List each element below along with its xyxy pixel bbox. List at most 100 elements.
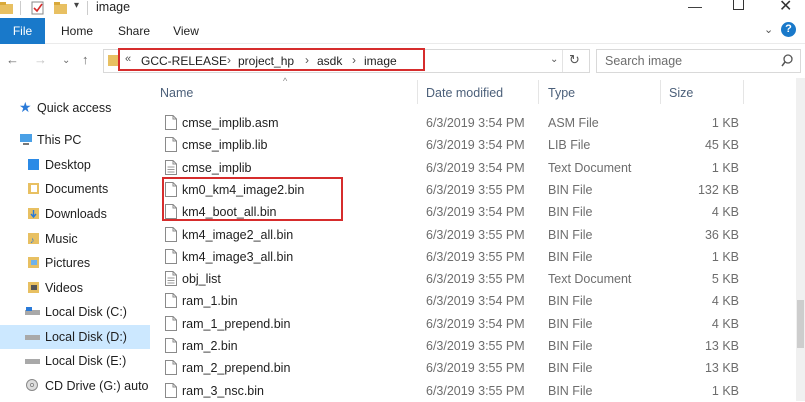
- folder-icon: [0, 1, 14, 18]
- sidebar-item-local-disk-c[interactable]: Local Disk (C:): [0, 300, 150, 324]
- file-name: ram_2_prepend.bin: [182, 361, 291, 376]
- file-size: 1 KB: [711, 383, 739, 398]
- file-row[interactable]: km4_image2_all.bin 6/3/2019 3:55 PM BIN Fi…: [151, 224, 796, 246]
- file-row[interactable]: km4_image3_all.bin 6/3/2019 3:55 PM BIN Fi…: [151, 246, 796, 268]
- file-row[interactable]: cmse_implib.lib 6/3/2019 3:54 PM LIB File 4…: [151, 134, 796, 156]
- file-size: 45 KB: [704, 138, 739, 153]
- file-name: ram_1_prepend.bin: [182, 316, 291, 331]
- file-icon: [165, 338, 177, 353]
- pictures-folder-icon: [28, 256, 42, 269]
- new-folder-icon[interactable]: [54, 1, 68, 18]
- address-dropdown-icon[interactable]: ⌄: [550, 54, 558, 65]
- file-size: 36 KB: [704, 227, 739, 242]
- file-size: 132 KB: [697, 182, 739, 197]
- file-row[interactable]: ram_2.bin 6/3/2019 3:55 PM BIN File 13 KB: [151, 335, 796, 357]
- sidebar-item-cd-drive-g[interactable]: CD Drive (G:) auto: [0, 374, 150, 398]
- file-icon: [165, 226, 177, 242]
- title-bar: ▾ image — ✕: [0, 0, 805, 18]
- search-input[interactable]: Search image: [605, 54, 682, 68]
- tab-view[interactable]: View: [165, 18, 207, 44]
- sidebar-item-local-disk-d[interactable]: Local Disk (D:): [0, 325, 150, 349]
- tab-home[interactable]: Home: [52, 18, 102, 44]
- scrollbar-thumb[interactable]: [797, 300, 804, 348]
- file-row[interactable]: ram_3_nsc.bin 6/3/2019 3:55 PM BIN File 1 K…: [151, 380, 796, 402]
- text-file-icon: [165, 271, 177, 287]
- window-title: image: [96, 0, 131, 14]
- file-name: ram_3_nsc.bin: [182, 383, 264, 398]
- refresh-icon[interactable]: ↻: [569, 52, 580, 68]
- column-name[interactable]: Name: [160, 86, 193, 100]
- file-date: 6/3/2019 3:55 PM: [426, 272, 525, 287]
- videos-folder-icon: [28, 281, 42, 294]
- file-size: 1 KB: [711, 116, 739, 130]
- search-icon[interactable]: [781, 54, 794, 70]
- separator: [87, 1, 88, 15]
- column-separator[interactable]: [660, 80, 661, 104]
- maximize-button[interactable]: [733, 0, 744, 10]
- drive-icon: [25, 305, 40, 318]
- file-row[interactable]: ram_1_prepend.bin 6/3/2019 3:54 PM BIN Fil…: [151, 313, 796, 335]
- column-separator[interactable]: [743, 80, 744, 104]
- file-row[interactable]: ram_1.bin 6/3/2019 3:54 PM BIN File 4 KB: [151, 290, 796, 312]
- sidebar-item-label: Videos: [45, 281, 83, 295]
- back-arrow-icon[interactable]: ←: [6, 52, 19, 67]
- tab-file[interactable]: File: [0, 18, 45, 44]
- customize-toolbar-icon[interactable]: ▾: [74, 0, 79, 11]
- sort-ascending-icon: ^: [283, 76, 288, 86]
- file-type: ASM File: [548, 116, 599, 130]
- column-separator[interactable]: [538, 80, 539, 104]
- file-row[interactable]: obj_list 6/3/2019 3:55 PM Text Document 5 K…: [151, 268, 796, 290]
- file-row[interactable]: cmse_implib 6/3/2019 3:54 PM Text Document…: [151, 157, 796, 179]
- sidebar-item-desktop[interactable]: Desktop: [0, 153, 150, 177]
- file-size: 13 KB: [704, 361, 739, 376]
- sidebar-item-label: Music: [45, 232, 78, 246]
- forward-arrow-icon[interactable]: →: [34, 52, 47, 67]
- svg-text:♪: ♪: [30, 235, 35, 245]
- sidebar-item-videos[interactable]: Videos: [0, 276, 150, 300]
- file-name: ram_1.bin: [182, 294, 238, 309]
- file-name: km4_image2_all.bin: [182, 227, 294, 242]
- column-size[interactable]: Size: [669, 86, 693, 100]
- star-icon: ★: [19, 99, 32, 115]
- column-type[interactable]: Type: [548, 86, 575, 100]
- file-size: 13 KB: [704, 339, 739, 353]
- documents-folder-icon: [28, 182, 42, 195]
- sidebar-item-documents[interactable]: Documents: [0, 177, 150, 201]
- file-type: BIN File: [548, 361, 593, 376]
- cd-drive-icon: [25, 379, 39, 392]
- expand-ribbon-icon[interactable]: ⌄: [764, 23, 773, 36]
- file-size: 1 KB: [711, 160, 739, 175]
- file-icon: [165, 360, 177, 376]
- file-type: LIB File: [548, 138, 591, 153]
- sidebar-item-music[interactable]: ♪ Music: [0, 227, 150, 251]
- computer-icon: [19, 133, 33, 146]
- vertical-scrollbar[interactable]: [796, 78, 805, 401]
- column-separator[interactable]: [417, 80, 418, 104]
- navigation-pane: ★ Quick access This PC Desktop Documents…: [0, 86, 150, 401]
- search-box[interactable]: Search image: [596, 49, 801, 73]
- sidebar-item-downloads[interactable]: Downloads: [0, 202, 150, 226]
- recent-locations-icon[interactable]: ⌄: [62, 55, 70, 66]
- file-row[interactable]: cmse_implib.asm 6/3/2019 3:54 PM ASM File 1…: [151, 112, 796, 134]
- tab-share[interactable]: Share: [110, 18, 158, 44]
- help-icon[interactable]: ?: [781, 22, 796, 37]
- file-size: 5 KB: [711, 272, 739, 287]
- separator: [562, 50, 563, 72]
- up-arrow-icon[interactable]: ↑: [82, 52, 89, 67]
- desktop-folder-icon: [28, 158, 42, 171]
- sidebar-item-quick-access[interactable]: ★ Quick access: [0, 96, 150, 120]
- sidebar-item-label: Downloads: [45, 207, 107, 221]
- file-row[interactable]: ram_2_prepend.bin 6/3/2019 3:55 PM BIN Fil…: [151, 357, 796, 379]
- sidebar-item-local-disk-e[interactable]: Local Disk (E:): [0, 349, 150, 373]
- file-size: 1 KB: [711, 249, 739, 264]
- properties-icon[interactable]: [31, 1, 45, 18]
- sidebar-item-this-pc[interactable]: This PC: [0, 128, 150, 152]
- minimize-button[interactable]: —: [688, 0, 702, 14]
- sidebar-item-pictures[interactable]: Pictures: [0, 251, 150, 275]
- column-date-modified[interactable]: Date modified: [426, 86, 503, 100]
- music-folder-icon: ♪: [28, 232, 42, 245]
- file-type: BIN File: [548, 383, 593, 398]
- close-button[interactable]: ✕: [779, 0, 792, 16]
- file-type: BIN File: [548, 227, 593, 242]
- ribbon-tabs: File Home Share View ⌄ ?: [0, 18, 805, 44]
